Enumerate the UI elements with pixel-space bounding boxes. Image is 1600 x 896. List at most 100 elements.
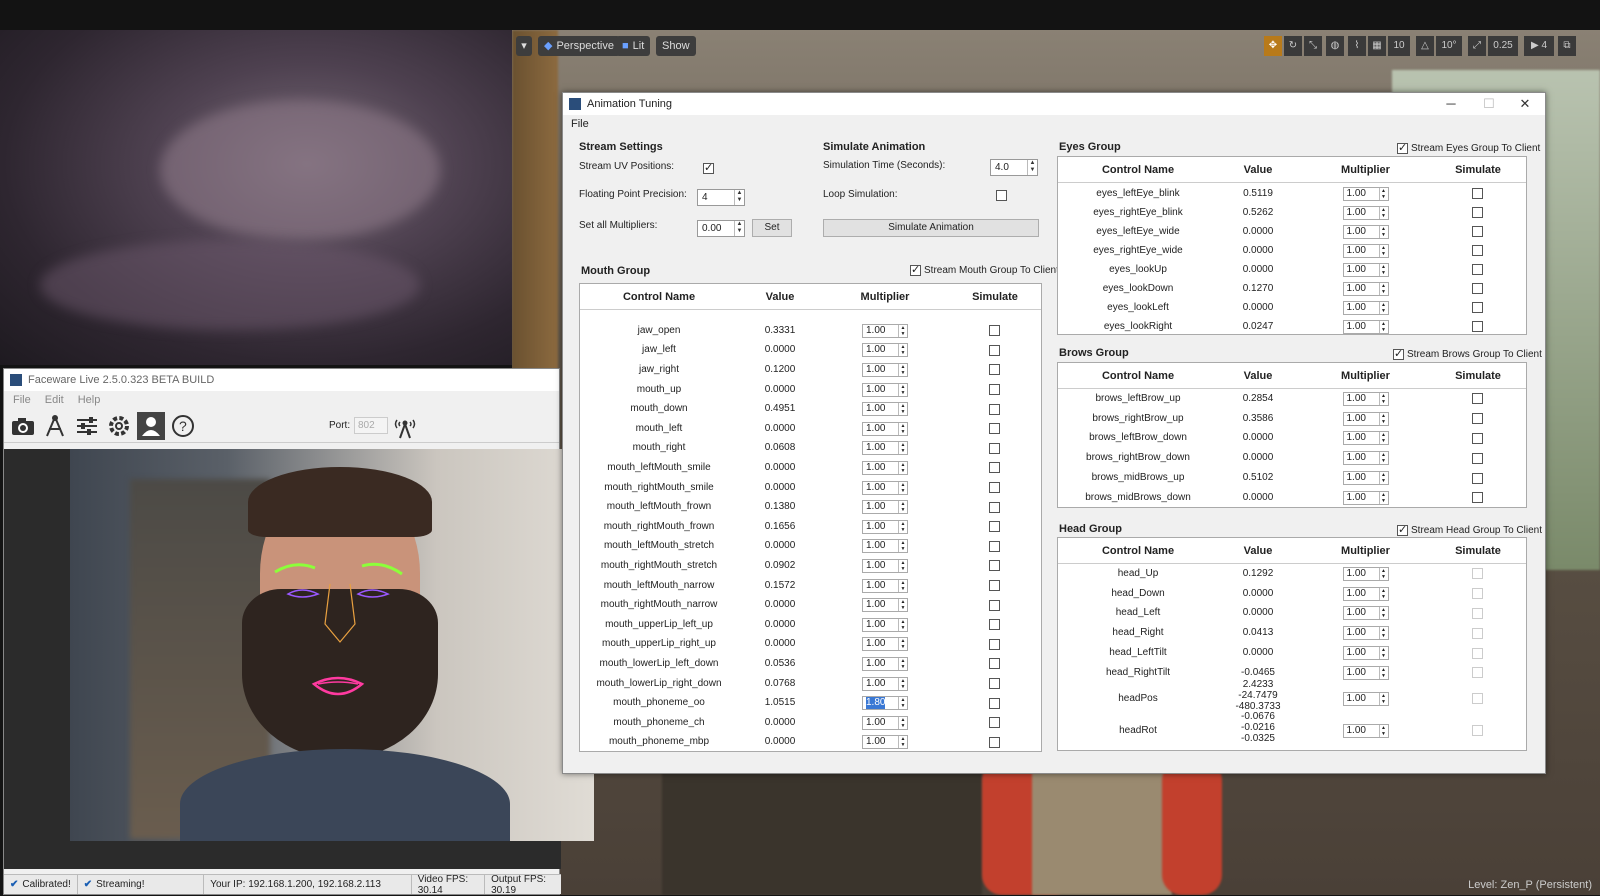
spin-arrows-icon[interactable]: ▲ ▼ (1378, 627, 1388, 640)
multiplier-spinbox[interactable]: 1.00 ▲ ▼ (1342, 281, 1389, 296)
simulate-checkbox[interactable] (989, 560, 1000, 572)
perspective-button[interactable]: ◆ Perspective (538, 36, 620, 56)
simulate-checkbox[interactable] (1472, 207, 1483, 218)
simulation-time-spinbox[interactable]: 4.0 ▲ ▼ (990, 159, 1038, 176)
rotate-tool-icon[interactable]: ↻ (1284, 36, 1302, 56)
spin-arrows-icon[interactable]: ▲ ▼ (1378, 412, 1388, 425)
calibrate-compass-icon[interactable] (41, 412, 69, 440)
spin-arrows-icon[interactable]: ▲ ▼ (1378, 206, 1388, 219)
multiplier-spinbox[interactable]: 1.00 ▲ ▼ (862, 460, 908, 475)
multiplier-spinbox[interactable]: 1.00 ▲ ▼ (862, 558, 908, 573)
multiplier-spinbox[interactable]: 1.00 ▲ ▼ (1342, 471, 1389, 486)
multiplier-spinbox[interactable]: 1.00 ▲ ▼ (862, 539, 908, 554)
multiplier-spinbox[interactable]: 1.00 ▲ ▼ (1342, 566, 1389, 581)
menu-file[interactable]: File (571, 118, 589, 130)
spin-arrows-icon[interactable]: ▲ ▼ (898, 442, 907, 455)
multiplier-spinbox[interactable]: 1.00 ▲ ▼ (1342, 262, 1389, 277)
spin-arrows-icon[interactable]: ▲ ▼ (1378, 724, 1388, 737)
animation-tuning-title-bar[interactable]: Animation Tuning ─ ☐ ✕ (563, 93, 1545, 115)
world-space-icon[interactable]: ◍ (1326, 36, 1344, 56)
maximize-icon[interactable]: ☐ (1471, 93, 1507, 115)
spin-arrows-icon[interactable]: ▲ ▼ (898, 403, 907, 416)
multiplier-spinbox[interactable]: 1.00 ▲ ▼ (1342, 691, 1389, 706)
multiplier-spinbox[interactable]: 1.00 ▲ ▼ (1342, 626, 1389, 641)
translate-tool-icon[interactable]: ✥ (1264, 36, 1282, 56)
multiplier-spinbox[interactable]: 1.00 ▲ ▼ (862, 323, 908, 338)
multiplier-spinbox[interactable]: 1.00 ▲ ▼ (1342, 451, 1389, 466)
multiplier-spinbox[interactable]: 1.00 ▲ ▼ (862, 441, 908, 456)
grid-snap-icon[interactable]: ▦ (1368, 36, 1386, 56)
multiplier-spinbox[interactable]: 1.00 ▲ ▼ (1342, 300, 1389, 315)
multiplier-spinbox[interactable]: 1.00 ▲ ▼ (1342, 391, 1389, 406)
simulate-checkbox[interactable] (989, 462, 1000, 474)
scale-snap-value[interactable]: 0.25 (1488, 36, 1518, 56)
simulate-checkbox[interactable] (989, 678, 1000, 690)
multiplier-spinbox[interactable]: 1.00 ▲ ▼ (1342, 186, 1389, 201)
multiplier-spinbox[interactable]: 1.00 ▲ ▼ (1342, 665, 1389, 680)
simulate-checkbox[interactable] (989, 619, 1000, 631)
spin-arrows-icon[interactable]: ▲ ▼ (734, 221, 744, 236)
multiplier-spinbox[interactable]: 1.00 ▲ ▼ (1342, 319, 1389, 334)
simulate-checkbox[interactable] (1472, 226, 1483, 237)
spin-arrows-icon[interactable]: ▲ ▼ (898, 579, 907, 592)
spin-arrows-icon[interactable]: ▲ ▼ (898, 461, 907, 474)
grid-snap-value[interactable]: 10 (1388, 36, 1410, 56)
spin-arrows-icon[interactable]: ▲ ▼ (1378, 301, 1388, 314)
multiplier-spinbox[interactable]: 1.00 ▲ ▼ (1342, 224, 1389, 239)
simulate-checkbox[interactable] (989, 344, 1000, 356)
spin-arrows-icon[interactable]: ▲ ▼ (898, 344, 907, 357)
spin-arrows-icon[interactable]: ▲ ▼ (1378, 244, 1388, 257)
help-icon[interactable]: ? (169, 412, 197, 440)
multiplier-spinbox[interactable]: 1.00 ▲ ▼ (862, 343, 908, 358)
multiplier-spinbox[interactable]: 1.00 ▲ ▼ (862, 676, 908, 691)
stream-head-toggle[interactable]: Stream Head Group To Client (1397, 523, 1542, 536)
multiplier-spinbox[interactable]: 1.00 ▲ ▼ (1342, 723, 1389, 738)
spin-arrows-icon[interactable]: ▲ ▼ (898, 383, 907, 396)
broadcast-antenna-icon[interactable] (392, 412, 418, 443)
spin-arrows-icon[interactable]: ▲ ▼ (898, 520, 907, 533)
simulate-checkbox[interactable] (1472, 321, 1483, 332)
spin-arrows-icon[interactable]: ▲ ▼ (1378, 225, 1388, 238)
spin-arrows-icon[interactable]: ▲ ▼ (1378, 282, 1388, 295)
surface-snap-icon[interactable]: ⌇ (1348, 36, 1366, 56)
simulate-checkbox[interactable] (1472, 725, 1483, 737)
multiplier-spinbox[interactable]: 1.00 ▲ ▼ (1342, 586, 1389, 601)
simulate-checkbox[interactable] (989, 384, 1000, 396)
simulate-checkbox[interactable] (1472, 472, 1483, 484)
rotation-snap-value[interactable]: 10° (1436, 36, 1462, 56)
simulate-checkbox[interactable] (1472, 568, 1483, 580)
simulate-checkbox[interactable] (1472, 188, 1483, 199)
multiplier-spinbox[interactable]: 1.00 ▲ ▼ (862, 402, 908, 417)
simulate-checkbox[interactable] (1472, 413, 1483, 425)
simulate-checkbox[interactable] (1472, 667, 1483, 679)
rotation-snap-icon[interactable]: △ (1416, 36, 1434, 56)
spin-arrows-icon[interactable]: ▲ ▼ (898, 501, 907, 514)
spin-arrows-icon[interactable]: ▲ ▼ (1027, 160, 1037, 175)
multiplier-spinbox[interactable]: 1.00 ▲ ▼ (1342, 606, 1389, 621)
close-icon[interactable]: ✕ (1507, 93, 1543, 115)
multiplier-spinbox[interactable]: 1.00 ▲ ▼ (1342, 646, 1389, 661)
simulate-checkbox[interactable] (989, 364, 1000, 376)
simulate-checkbox[interactable] (989, 423, 1000, 435)
simulate-checkbox[interactable] (1472, 245, 1483, 256)
spin-arrows-icon[interactable]: ▲ ▼ (898, 324, 907, 337)
spin-arrows-icon[interactable]: ▲ ▼ (1378, 392, 1388, 405)
spin-arrows-icon[interactable]: ▲ ▼ (1378, 567, 1388, 580)
viewport-options-button[interactable]: ▾ (516, 36, 532, 56)
set-button[interactable]: Set (752, 219, 792, 237)
spin-arrows-icon[interactable]: ▲ ▼ (898, 481, 907, 494)
simulate-checkbox[interactable] (1472, 432, 1483, 444)
fw-menu-help[interactable]: Help (78, 394, 101, 406)
minimize-icon[interactable]: ─ (1433, 93, 1469, 115)
simulate-checkbox[interactable] (1472, 607, 1483, 619)
maximize-viewport-icon[interactable]: ⧉ (1558, 36, 1576, 56)
multiplier-spinbox[interactable]: 1.00 ▲ ▼ (862, 362, 908, 377)
stream-eyes-toggle[interactable]: Stream Eyes Group To Client (1397, 141, 1540, 154)
multiplier-spinbox[interactable]: 1.00 ▲ ▼ (862, 480, 908, 495)
port-input[interactable]: 802 (354, 417, 388, 434)
spin-arrows-icon[interactable]: ▲ ▼ (1378, 432, 1388, 445)
multiplier-spinbox[interactable]: 1.00 ▲ ▼ (862, 617, 908, 632)
spin-arrows-icon[interactable]: ▲ ▼ (1378, 647, 1388, 660)
camera-speed-button[interactable]: ▶ 4 (1524, 36, 1554, 56)
spin-arrows-icon[interactable]: ▲ ▼ (1378, 692, 1388, 705)
